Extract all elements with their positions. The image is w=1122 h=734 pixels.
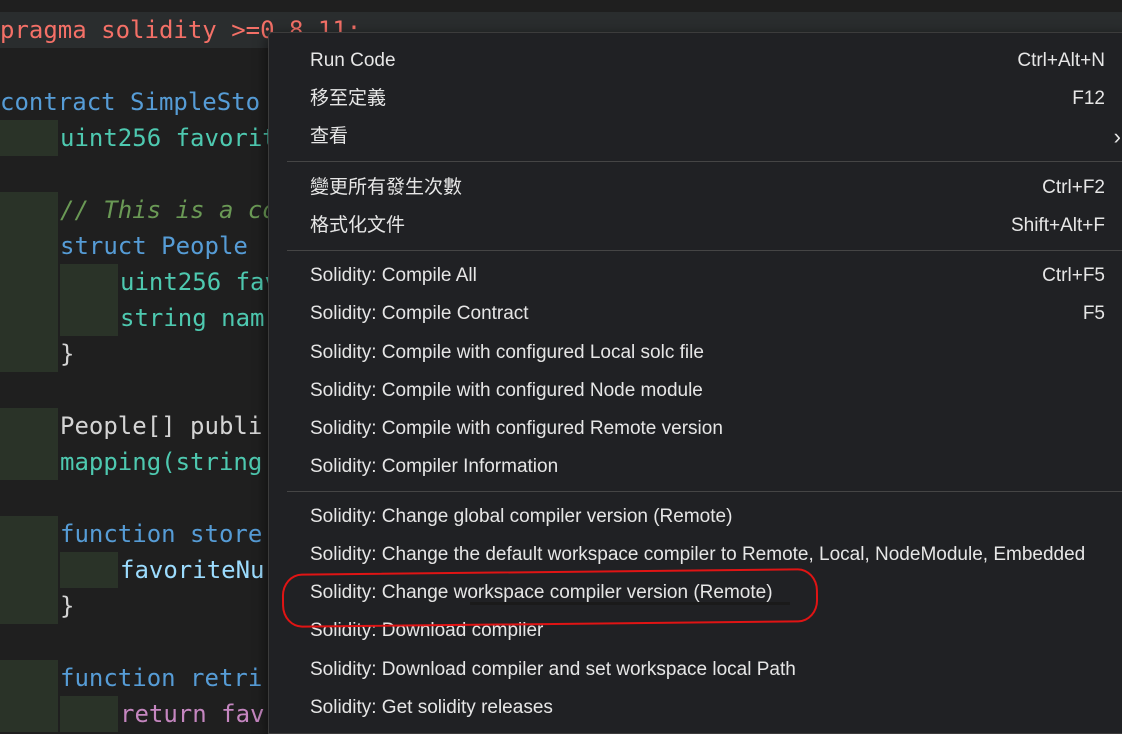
- menu-item-label: 變更所有發生次數: [310, 177, 463, 198]
- menu-item-compile-contract[interactable]: Solidity: Compile Contract F5: [287, 295, 1105, 333]
- code-line: uint256 favorit: [60, 124, 277, 152]
- menu-item-label: Solidity: Get solidity releases: [310, 697, 553, 718]
- indent-guide: [0, 660, 58, 732]
- menu-item-label: Solidity: Change global compiler version…: [310, 506, 733, 527]
- code-line: function retri: [60, 664, 263, 692]
- code-line: People[] publi: [60, 412, 263, 440]
- indent-guide: [0, 192, 58, 372]
- menu-item-change-global-compiler[interactable]: Solidity: Change global compiler version…: [287, 498, 1105, 536]
- chevron-right-icon: ›: [1113, 124, 1121, 149]
- indent-guide: [60, 552, 118, 588]
- menu-item-go-to-definition[interactable]: 移至定義 F12: [287, 80, 1105, 118]
- menu-item-shortcut: F12: [1072, 88, 1105, 109]
- menu-item-label: Solidity: Compile with configured Local …: [310, 342, 704, 363]
- menu-item-compile-local-solc[interactable]: Solidity: Compile with configured Local …: [287, 334, 1105, 372]
- menu-separator: [287, 250, 1122, 251]
- menu-separator: [287, 161, 1122, 162]
- menu-item-shortcut: Ctrl+F2: [1042, 177, 1105, 198]
- code-line: struct People: [60, 232, 248, 260]
- menu-item-label: 查看: [310, 126, 349, 147]
- code-line: function store: [60, 520, 263, 548]
- code-line: contract SimpleSto: [0, 88, 261, 116]
- menu-item-compiler-information[interactable]: Solidity: Compiler Information: [287, 448, 1105, 486]
- menu-item-label: Solidity: Compile with configured Remote…: [310, 418, 723, 439]
- menu-item-label: Run Code: [310, 50, 396, 71]
- menu-item-run-code[interactable]: Run Code Ctrl+Alt+N: [287, 42, 1105, 80]
- menu-item-label: Solidity: Compile Contract: [310, 303, 529, 324]
- code-line: uint256 fav: [120, 268, 279, 296]
- menu-item-label: 移至定義: [310, 88, 387, 109]
- code-line: }: [60, 592, 75, 620]
- code-line: // This is a co: [60, 196, 277, 224]
- menu-item-label: 格式化文件: [310, 215, 406, 236]
- menu-item-shortcut: F5: [1082, 303, 1105, 324]
- menu-item-change-all-occurrences[interactable]: 變更所有發生次數 Ctrl+F2: [287, 169, 1105, 207]
- annotation-circle: [281, 568, 819, 628]
- menu-item-label: Solidity: Download compiler and set work…: [310, 659, 796, 680]
- menu-item-compile-remote-version[interactable]: Solidity: Compile with configured Remote…: [287, 410, 1105, 448]
- menu-item-label: Solidity: Compiler Information: [310, 456, 559, 477]
- menu-item-shortcut: Ctrl+F5: [1042, 265, 1105, 286]
- indent-guide: [0, 120, 58, 156]
- menu-item-compile-all[interactable]: Solidity: Compile All Ctrl+F5: [287, 257, 1105, 295]
- menu-item-shortcut: Shift+Alt+F: [1011, 215, 1105, 236]
- menu-item-label: Solidity: Compile All: [310, 265, 477, 286]
- menu-item-download-compiler-set-path[interactable]: Solidity: Download compiler and set work…: [287, 651, 1105, 689]
- indent-guide: [60, 264, 118, 336]
- menu-item-label: Solidity: Compile with configured Node m…: [310, 380, 703, 401]
- menu-item-label: Solidity: Change the default workspace c…: [310, 544, 1086, 565]
- context-menu: Run Code Ctrl+Alt+N 移至定義 F12 查看 › 變更所有發生…: [268, 32, 1122, 734]
- menu-item-compile-node-module[interactable]: Solidity: Compile with configured Node m…: [287, 372, 1105, 410]
- indent-guide: [0, 516, 58, 624]
- menu-item-peek[interactable]: 查看 ›: [287, 118, 1121, 156]
- menu-item-get-solidity-releases[interactable]: Solidity: Get solidity releases: [287, 689, 1105, 727]
- code-line: return fav: [120, 700, 265, 728]
- code-line: string nam: [120, 304, 265, 332]
- code-line: }: [60, 340, 75, 368]
- menu-separator: [287, 491, 1122, 492]
- menu-item-change-default-workspace-compiler[interactable]: Solidity: Change the default workspace c…: [287, 536, 1105, 574]
- menu-item-shortcut: Ctrl+Alt+N: [1017, 50, 1105, 71]
- code-line: favoriteNu: [120, 556, 265, 584]
- indent-guide: [60, 696, 118, 732]
- menu-item-format-document[interactable]: 格式化文件 Shift+Alt+F: [287, 207, 1105, 245]
- code-line: mapping(string: [60, 448, 263, 476]
- indent-guide: [0, 408, 58, 480]
